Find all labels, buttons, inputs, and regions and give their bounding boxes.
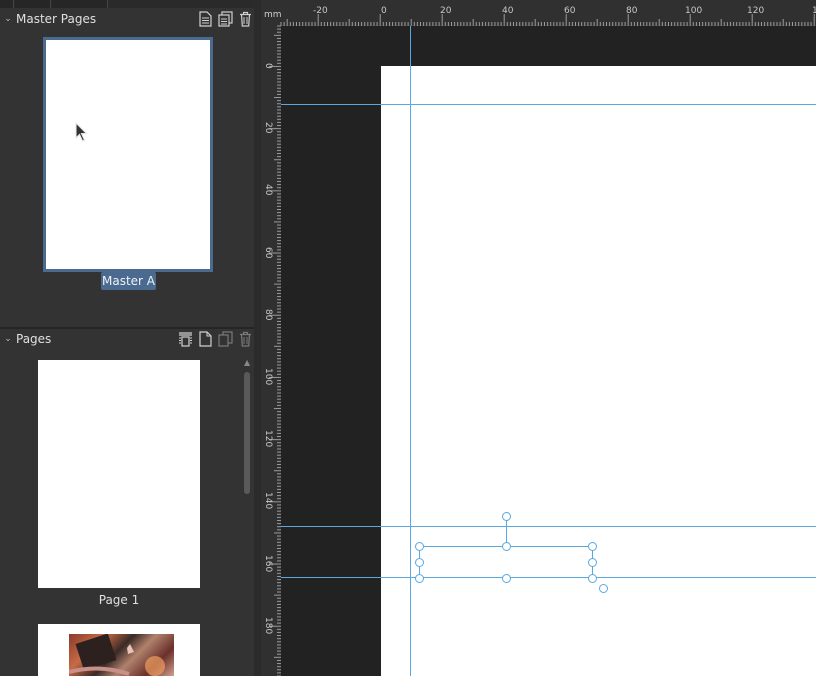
selection-handle[interactable] <box>415 558 424 567</box>
ruler-tick-label: 80 <box>626 6 638 16</box>
guide-horizontal[interactable] <box>281 104 816 105</box>
ruler-tick-label: 160 <box>263 554 273 572</box>
master-pages-header[interactable]: ⌄ Master Pages <box>0 8 261 30</box>
master-page-preview <box>46 40 210 269</box>
chevron-down-icon[interactable]: ⌄ <box>0 14 16 24</box>
add-page-icon[interactable] <box>198 331 213 347</box>
page-1-label: Page 1 <box>98 593 140 607</box>
selection-handle[interactable] <box>588 542 597 551</box>
ruler-tick-label: 100 <box>685 6 703 16</box>
ruler-tick-label: 180 <box>263 616 273 634</box>
master-a-label[interactable]: Master A <box>101 272 156 290</box>
selection-handle[interactable] <box>588 558 597 567</box>
ruler-unit-label: mm <box>264 10 282 20</box>
ruler-tick-label: 60 <box>263 246 273 259</box>
ruler-tick-label: 40 <box>502 6 514 16</box>
selection-handle[interactable] <box>415 574 424 583</box>
ruler-tick-label: 40 <box>263 184 273 196</box>
master-pages-title: Master Pages <box>16 12 97 26</box>
studio-panel: ⌄ Master Pages Master A ⌄ Pages Page 1 ▲ <box>0 0 261 676</box>
selection-handle[interactable] <box>502 574 511 583</box>
ruler-tick-label: 140 <box>263 492 273 510</box>
ruler-tick-label: 120 <box>747 6 765 16</box>
panel-tab[interactable] <box>15 0 51 8</box>
corner-rotation-handle[interactable] <box>599 584 608 593</box>
document-icon[interactable] <box>198 11 213 27</box>
panel-separator <box>254 0 261 676</box>
ruler-tick-label: 20 <box>440 6 452 16</box>
trash-icon[interactable] <box>238 11 253 27</box>
pages-header[interactable]: ⌄ Pages <box>0 328 261 350</box>
guide-horizontal[interactable] <box>281 526 816 527</box>
rotation-handle[interactable] <box>502 512 511 521</box>
duplicate-icon[interactable] <box>218 331 233 347</box>
master-page-canvas[interactable] <box>381 66 816 676</box>
mouse-cursor-icon <box>75 121 89 142</box>
ruler-tick-label: 0 <box>263 63 273 69</box>
trash-icon[interactable] <box>238 331 253 347</box>
page-1-thumbnail[interactable] <box>38 360 200 588</box>
guide-vertical[interactable] <box>410 26 411 676</box>
selection-handle[interactable] <box>502 542 511 551</box>
ruler-tick-label: 14 <box>812 6 816 16</box>
ruler-tick-label: 60 <box>564 6 576 16</box>
ruler-tick-label: 80 <box>263 308 273 321</box>
ruler-tick-label: 100 <box>263 368 273 386</box>
ruler-tick-label: 20 <box>263 122 273 134</box>
selection-handle[interactable] <box>415 542 424 551</box>
ruler-tick-label: -20 <box>313 6 328 16</box>
selection-handle[interactable] <box>588 574 597 583</box>
scroll-up-icon[interactable]: ▲ <box>244 358 250 367</box>
master-a-thumbnail[interactable] <box>43 37 213 272</box>
chevron-down-icon[interactable]: ⌄ <box>0 334 16 344</box>
ruler-tick-label: 0 <box>381 6 387 16</box>
panel-tab[interactable] <box>0 0 14 8</box>
spread-options-icon[interactable] <box>178 331 193 347</box>
pages-title: Pages <box>16 332 52 346</box>
panel-tab[interactable] <box>52 0 108 8</box>
page-2-photo <box>69 634 174 676</box>
duplicate-icon[interactable] <box>218 11 233 27</box>
pages-scroll-thumb[interactable] <box>244 372 250 494</box>
panel-tab-strip <box>0 0 261 8</box>
horizontal-ruler-ticks <box>280 14 815 26</box>
ruler-tick-label: 120 <box>263 430 273 448</box>
